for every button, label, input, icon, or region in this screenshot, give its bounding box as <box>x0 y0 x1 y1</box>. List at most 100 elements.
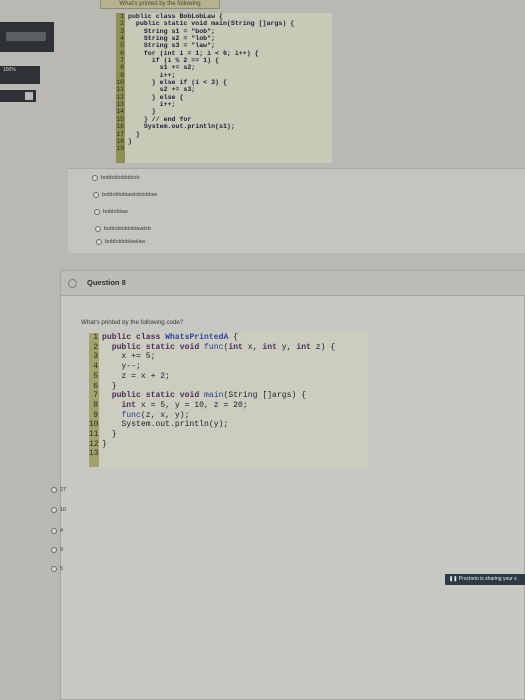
sidebar-button[interactable] <box>6 32 46 41</box>
line-number: 12 <box>116 93 124 101</box>
line-number: 3 <box>93 352 98 362</box>
code-line: i++; <box>128 101 176 109</box>
line-number: 1 <box>93 333 98 342</box>
line-number: 7 <box>93 391 98 401</box>
answer-label: boblobloblawlaw <box>105 239 146 245</box>
code-line: } else if (i < 3) { <box>128 79 227 87</box>
answer-option[interactable]: 4 <box>51 528 63 534</box>
line-number: 17 <box>116 130 124 138</box>
code-line: public class WhatsPrintedA { <box>102 333 239 342</box>
line-number: 15 <box>116 115 124 123</box>
radio-button[interactable] <box>51 528 57 534</box>
question-title: Question 8 <box>87 278 126 287</box>
radio-button[interactable] <box>51 547 57 553</box>
code-line: public static void func(int x, int y, in… <box>111 342 336 352</box>
code-line: y--; <box>102 362 141 372</box>
code-line: if (i % 2 == 1) { <box>128 57 220 65</box>
code-line: public static void main(String []args) { <box>111 391 307 401</box>
answer-option[interactable]: 10 <box>51 507 66 513</box>
line-number-gutter: 1 2 3 4 5 6 7 8 9 10 11 12 13 14 15 16 17 18 19 <box>116 13 125 163</box>
answer-label: bobloblobloblawlob <box>104 226 151 232</box>
code-line: } <box>128 130 140 138</box>
answer-label: bobloblobloblob <box>101 175 140 181</box>
radio-button[interactable] <box>96 239 102 245</box>
line-number: 6 <box>93 381 98 391</box>
answer-option[interactable]: boblobloblawlobloblaw <box>93 192 157 198</box>
radio-button[interactable] <box>51 487 57 493</box>
question-8-card: Question 8 What's printed by the followi… <box>51 270 525 700</box>
zoom-label: 100% <box>3 67 16 73</box>
line-number: 10 <box>116 79 124 87</box>
code-line: } <box>128 108 156 116</box>
code-line: } // end for <box>128 115 192 123</box>
answer-option[interactable]: 27 <box>51 487 66 493</box>
line-number: 6 <box>120 49 124 57</box>
answer-option[interactable]: bobloblobloblawlob <box>95 226 151 232</box>
line-number: 16 <box>116 123 124 131</box>
answer-option[interactable]: 9 <box>51 547 63 553</box>
proctorio-sharing-banner[interactable]: ❚❚ Proctorio is sharing your s <box>445 574 525 585</box>
sidebar-control <box>0 22 54 52</box>
code-line: public static void main(String []args) { <box>128 20 295 28</box>
line-number: 19 <box>116 145 124 153</box>
line-number: 4 <box>120 35 124 43</box>
answer-label: 5 <box>60 566 64 572</box>
line-number-gutter: 1 2 3 4 5 6 7 8 9 10 11 12 13 <box>89 333 99 467</box>
proctorio-text: Proctorio is sharing your s <box>458 576 517 582</box>
code-line: i++; <box>128 71 176 79</box>
code-line: } <box>102 439 107 449</box>
code-line: s1 += s2; <box>128 64 196 72</box>
code-line: String s1 = "bob"; <box>128 27 216 35</box>
answer-option[interactable]: bobloblobloblob <box>92 175 140 181</box>
code-line: } <box>128 137 132 145</box>
answer-option[interactable]: bobloblaw <box>94 209 128 215</box>
line-number: 9 <box>120 71 124 79</box>
answer-label: bobloblaw <box>103 209 128 215</box>
code-line: } <box>102 381 117 391</box>
code-lines: public class BobLobLaw { public static v… <box>128 13 294 145</box>
code-line: func(z, x, y); <box>121 410 190 420</box>
line-number: 1 <box>120 13 124 20</box>
zoom-indicator: 100% <box>0 66 40 84</box>
line-number: 2 <box>120 20 124 28</box>
radio-button[interactable] <box>92 175 98 181</box>
line-number: 7 <box>120 57 124 65</box>
line-number: 4 <box>93 362 98 372</box>
code-line: z = x + 2; <box>102 371 170 381</box>
answer-option[interactable]: boblobloblawlaw <box>96 239 145 245</box>
pause-icon: ❚❚ <box>449 576 458 582</box>
toggle-chip <box>25 92 33 100</box>
line-number: 5 <box>93 371 98 381</box>
answer-label: 27 <box>60 487 67 493</box>
code-line: x += 5; <box>102 352 156 362</box>
code-line: System.out.println(y); <box>102 420 229 430</box>
radio-button[interactable] <box>95 226 101 232</box>
line-number: 9 <box>93 410 98 420</box>
answer-label: 10 <box>60 507 67 513</box>
line-number: 14 <box>116 108 124 116</box>
radio-button[interactable] <box>51 507 57 513</box>
line-number: 2 <box>93 342 98 352</box>
answer-label: boblobloblawlobloblaw <box>102 192 158 198</box>
answer-label: 9 <box>60 547 64 553</box>
line-number: 5 <box>120 42 124 50</box>
code-line: int x = 5, y = 10, z = 20; <box>121 400 248 410</box>
radio-button[interactable] <box>51 566 57 572</box>
code-line: s2 += s3; <box>128 86 196 94</box>
radio-button[interactable] <box>94 209 100 215</box>
answer-label: 4 <box>60 528 64 534</box>
line-number: 11 <box>89 430 99 440</box>
line-number: 18 <box>116 137 124 145</box>
code-line: public class BobLobLaw { <box>128 13 223 20</box>
flag-question-icon[interactable] <box>68 279 77 288</box>
line-number: 3 <box>120 27 124 35</box>
radio-button[interactable] <box>93 192 99 198</box>
code-line: for (int i = 1; i < 6; i++) { <box>128 49 259 57</box>
code-line: String s2 = "lob"; <box>128 35 216 43</box>
answer-option[interactable]: 5 <box>51 566 63 572</box>
sidebar-toggle[interactable] <box>0 90 36 102</box>
browser-tab[interactable]: What's printed by the following <box>100 0 220 9</box>
question-header: Question 8 <box>61 271 525 296</box>
code-line: System.out.println(s1); <box>128 123 235 131</box>
line-number: 10 <box>89 420 99 430</box>
